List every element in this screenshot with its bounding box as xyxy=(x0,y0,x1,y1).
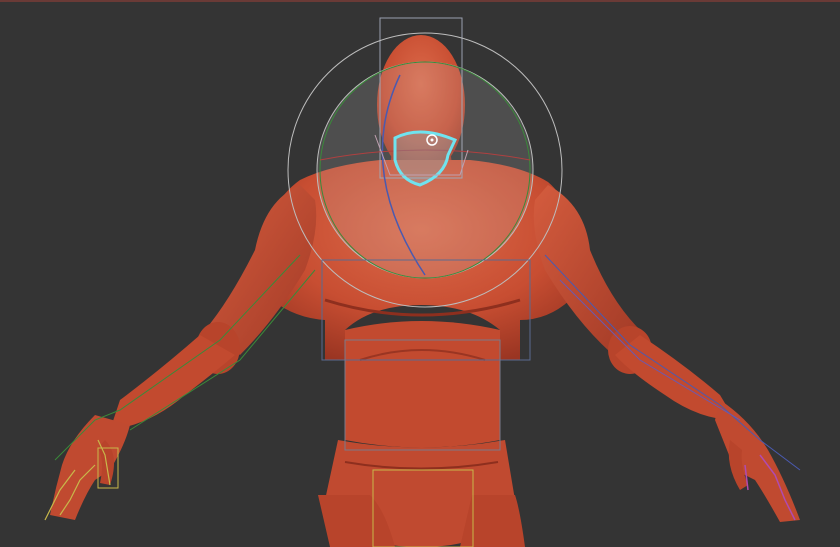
left-forearm[interactable] xyxy=(110,335,235,430)
viewport-canvas[interactable] xyxy=(0,0,840,547)
3d-viewport[interactable] xyxy=(0,0,840,547)
viewport-top-border xyxy=(0,0,840,2)
right-forearm[interactable] xyxy=(615,335,735,420)
